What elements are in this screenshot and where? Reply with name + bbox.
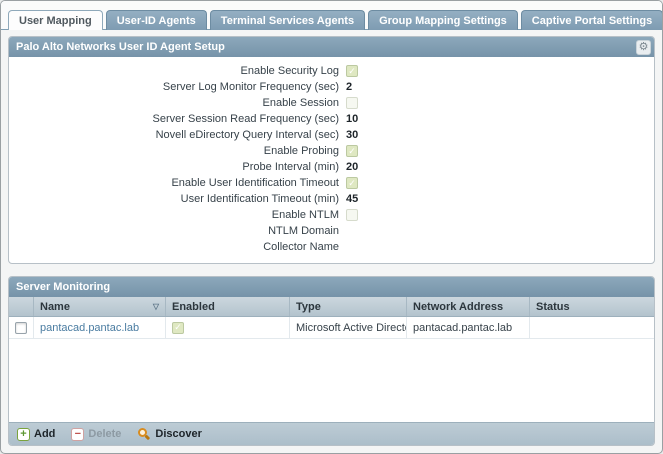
setting-label: Enable Security Log <box>9 65 346 77</box>
server-monitoring-title: Server Monitoring <box>16 281 110 293</box>
table-empty-area <box>9 339 654 422</box>
setup-row: Server Log Monitor Frequency (sec)2 <box>9 79 654 95</box>
discover-label: Discover <box>155 428 201 440</box>
setup-row: Enable User Identification Timeout✓ <box>9 175 654 191</box>
setup-row: Probe Interval (min)20 <box>9 159 654 175</box>
setting-value: 2 <box>346 81 352 93</box>
discover-button[interactable]: Discover <box>137 427 201 441</box>
tab-user-id-agents[interactable]: User-ID Agents <box>106 10 207 30</box>
tab-user-mapping[interactable]: User Mapping <box>8 10 103 30</box>
server-monitoring-panel: Server Monitoring Name ▽ Enabled Type Ne… <box>8 276 655 446</box>
setting-checkbox-checked: ✓ <box>346 177 358 189</box>
gear-icon: ⚙ <box>639 42 649 53</box>
setting-checkbox-unchecked <box>346 97 358 109</box>
setting-checkbox-checked: ✓ <box>346 145 358 157</box>
add-icon: + <box>17 428 30 441</box>
enabled-checkbox-checked: ✓ <box>172 322 184 334</box>
setting-label: Enable Session <box>9 97 346 109</box>
setup-row: User Identification Timeout (min)45 <box>9 191 654 207</box>
user-identification-page: User MappingUser-ID AgentsTerminal Servi… <box>0 0 663 454</box>
column-label-name: Name <box>40 301 70 313</box>
server-enabled-cell: ✓ <box>166 317 290 338</box>
setup-row: Enable Security Log✓ <box>9 63 654 79</box>
tab-bar: User MappingUser-ID AgentsTerminal Servi… <box>1 1 662 30</box>
edit-settings-button[interactable]: ⚙ <box>636 40 651 55</box>
setup-panel-title: Palo Alto Networks User ID Agent Setup <box>16 41 225 53</box>
tab-terminal-services-agents[interactable]: Terminal Services Agents <box>210 10 365 30</box>
setup-row: Enable Probing✓ <box>9 143 654 159</box>
setting-checkbox-unchecked <box>346 209 358 221</box>
delete-button[interactable]: − Delete <box>71 428 121 441</box>
row-select-checkbox[interactable] <box>15 322 27 334</box>
sort-down-icon[interactable]: ▽ <box>153 302 159 311</box>
setting-label: Server Log Monitor Frequency (sec) <box>9 81 346 93</box>
row-select-cell <box>9 317 34 338</box>
magnifier-handle <box>145 435 150 440</box>
setup-row: NTLM Domain <box>9 223 654 239</box>
column-header-status[interactable]: Status <box>530 297 654 316</box>
server-type-cell: Microsoft Active Directory <box>290 317 407 338</box>
setting-label: Enable NTLM <box>9 209 346 221</box>
setting-value: 10 <box>346 113 358 125</box>
setup-body: Enable Security Log✓Server Log Monitor F… <box>9 57 654 263</box>
setting-label: NTLM Domain <box>9 225 346 237</box>
tab-group-mapping-settings[interactable]: Group Mapping Settings <box>368 10 518 30</box>
setting-label: Enable User Identification Timeout <box>9 177 346 189</box>
setting-label: Enable Probing <box>9 145 346 157</box>
setting-label: Server Session Read Frequency (sec) <box>9 113 346 125</box>
setting-value: 45 <box>346 193 358 205</box>
server-name-cell: pantacad.pantac.lab <box>34 317 166 338</box>
content-area: Palo Alto Networks User ID Agent Setup ⚙… <box>1 30 662 446</box>
column-header-enabled[interactable]: Enabled <box>166 297 290 316</box>
add-button[interactable]: + Add <box>17 428 55 441</box>
column-header-type[interactable]: Type <box>290 297 407 316</box>
delete-label: Delete <box>88 428 121 440</box>
server-name-link[interactable]: pantacad.pantac.lab <box>40 322 139 334</box>
table-row: pantacad.pantac.lab ✓ Microsoft Active Dir… <box>9 317 654 339</box>
setting-value: 30 <box>346 129 358 141</box>
setup-panel-header: Palo Alto Networks User ID Agent Setup ⚙ <box>9 37 654 57</box>
column-label-network-address: Network Address <box>413 301 503 313</box>
setting-label: Novell eDirectory Query Interval (sec) <box>9 129 346 141</box>
column-header-name[interactable]: Name ▽ <box>34 297 166 316</box>
setup-row: Enable NTLM <box>9 207 654 223</box>
setup-row: Collector Name <box>9 239 654 255</box>
userid-agent-setup-panel: Palo Alto Networks User ID Agent Setup ⚙… <box>8 36 655 264</box>
setting-label: Collector Name <box>9 241 346 253</box>
setting-checkbox-checked: ✓ <box>346 65 358 77</box>
add-label: Add <box>34 428 55 440</box>
column-label-type: Type <box>296 301 321 313</box>
setup-row: Novell eDirectory Query Interval (sec)30 <box>9 127 654 143</box>
column-header-network-address[interactable]: Network Address <box>407 297 530 316</box>
server-toolbar: + Add − Delete Discover <box>9 422 654 445</box>
delete-icon: − <box>71 428 84 441</box>
column-label-enabled: Enabled <box>172 301 215 313</box>
server-monitoring-header: Server Monitoring <box>9 277 654 297</box>
discover-icon <box>137 427 151 441</box>
setup-row: Server Session Read Frequency (sec)10 <box>9 111 654 127</box>
setting-value: 20 <box>346 161 358 173</box>
setup-row: Enable Session <box>9 95 654 111</box>
setting-label: User Identification Timeout (min) <box>9 193 346 205</box>
tab-captive-portal-settings[interactable]: Captive Portal Settings <box>521 10 663 30</box>
server-table-header: Name ▽ Enabled Type Network Address Stat… <box>9 297 654 317</box>
select-all-column <box>9 297 34 316</box>
setting-label: Probe Interval (min) <box>9 161 346 173</box>
server-network-address-cell: pantacad.pantac.lab <box>407 317 530 338</box>
server-status-cell <box>530 317 654 338</box>
server-table-body: pantacad.pantac.lab ✓ Microsoft Active Dir… <box>9 317 654 339</box>
column-label-status: Status <box>536 301 570 313</box>
